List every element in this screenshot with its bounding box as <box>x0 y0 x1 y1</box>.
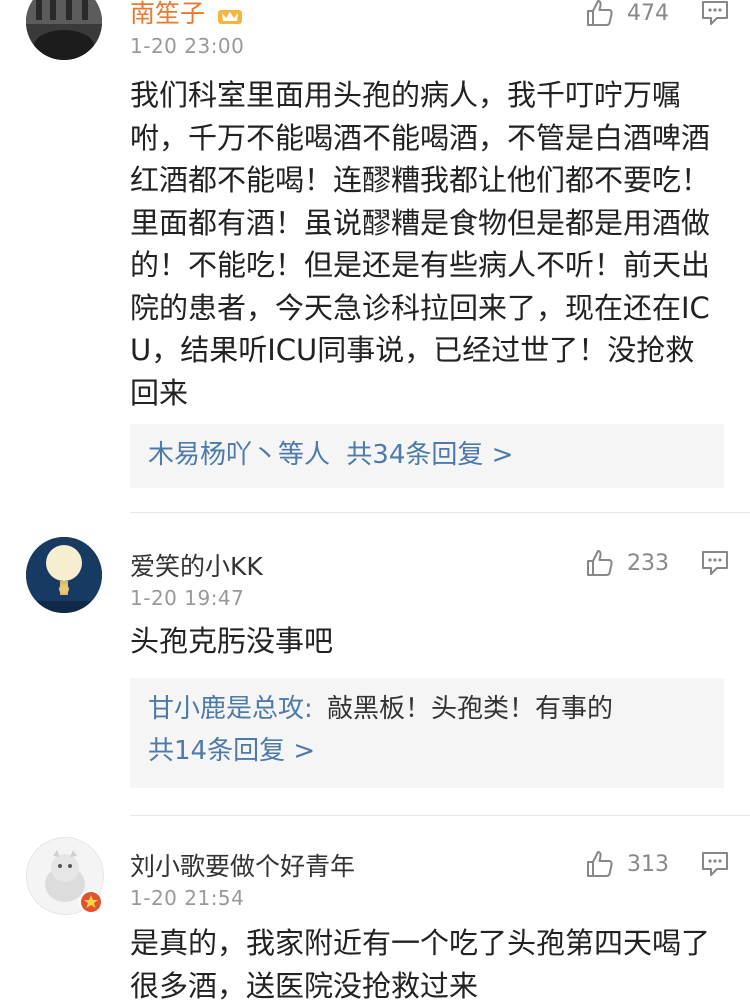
replies-box[interactable]: 甘小鹿是总攻: 敲黑板！头孢类！有事的 共14条回复 > <box>130 678 724 788</box>
username-text: 南笙子 <box>130 0 206 28</box>
comment-time: 1-20 21:54 <box>130 886 245 910</box>
reply-count-link[interactable]: 共14条回复 > <box>148 730 706 772</box>
replies-box[interactable]: 木易杨吖丶等人 共34条回复 > <box>130 424 724 488</box>
like-count: 233 <box>627 550 669 576</box>
thumbs-up-icon <box>587 550 613 576</box>
comment-icon[interactable] <box>700 849 730 879</box>
avatar[interactable] <box>26 537 102 613</box>
like-button[interactable]: 313 <box>585 847 669 881</box>
comment-text: 是真的，我家附近有一个吃了头孢第四天喝了很多酒，送医院没抢救过来 <box>130 926 711 1003</box>
comment-text: 头孢克肟没事吧 <box>130 624 334 658</box>
avatar-image <box>26 537 102 613</box>
comment-text: 我们科室里面用头孢的病人，我千叮咛万嘱咐，千万不能喝酒不能喝酒，不管是白酒啤酒红… <box>130 78 711 410</box>
star-badge-icon <box>79 890 103 914</box>
like-count: 313 <box>627 851 669 877</box>
like-count: 474 <box>627 0 669 26</box>
comment-item: 刘小歌要做个好青年 1-20 21:54 313 是真的，我家附近有一个吃了头孢… <box>0 825 750 1004</box>
like-button[interactable]: 474 <box>585 0 669 30</box>
comment-icon[interactable] <box>700 548 730 578</box>
comment-item: 爱笑的小KK 1-20 19:47 233 头孢克肟没事吧 甘小鹿是总攻: 敲黑… <box>0 525 750 815</box>
reply-users[interactable]: 木易杨吖丶等人 <box>148 440 330 470</box>
comment-item: 南笙子 1-20 23:00 474 我们科室里面用头孢的病人，我千叮咛万嘱咐，… <box>0 0 750 510</box>
thumbs-up-icon <box>587 851 613 877</box>
reply-text: 敲黑板！头孢类！有事的 <box>327 694 614 724</box>
reply-author[interactable]: 甘小鹿是总攻: <box>148 694 313 724</box>
reply-preview: 甘小鹿是总攻: 敲黑板！头孢类！有事的 <box>148 688 706 730</box>
divider <box>130 815 750 816</box>
thumbs-up-icon <box>587 0 613 26</box>
comment-time: 1-20 23:00 <box>130 34 245 58</box>
avatar-image <box>26 0 102 60</box>
avatar[interactable] <box>26 0 102 60</box>
username[interactable]: 爱笑的小KK <box>130 547 263 583</box>
reply-count-link[interactable]: 共34条回复 > <box>346 440 513 470</box>
like-button[interactable]: 233 <box>585 546 669 580</box>
username[interactable]: 刘小歌要做个好青年 <box>130 847 355 883</box>
divider <box>130 512 750 513</box>
comment-time: 1-20 19:47 <box>130 586 245 610</box>
crown-badge-icon <box>217 10 242 24</box>
comment-icon[interactable] <box>700 0 730 28</box>
username[interactable]: 南笙子 <box>130 0 243 30</box>
